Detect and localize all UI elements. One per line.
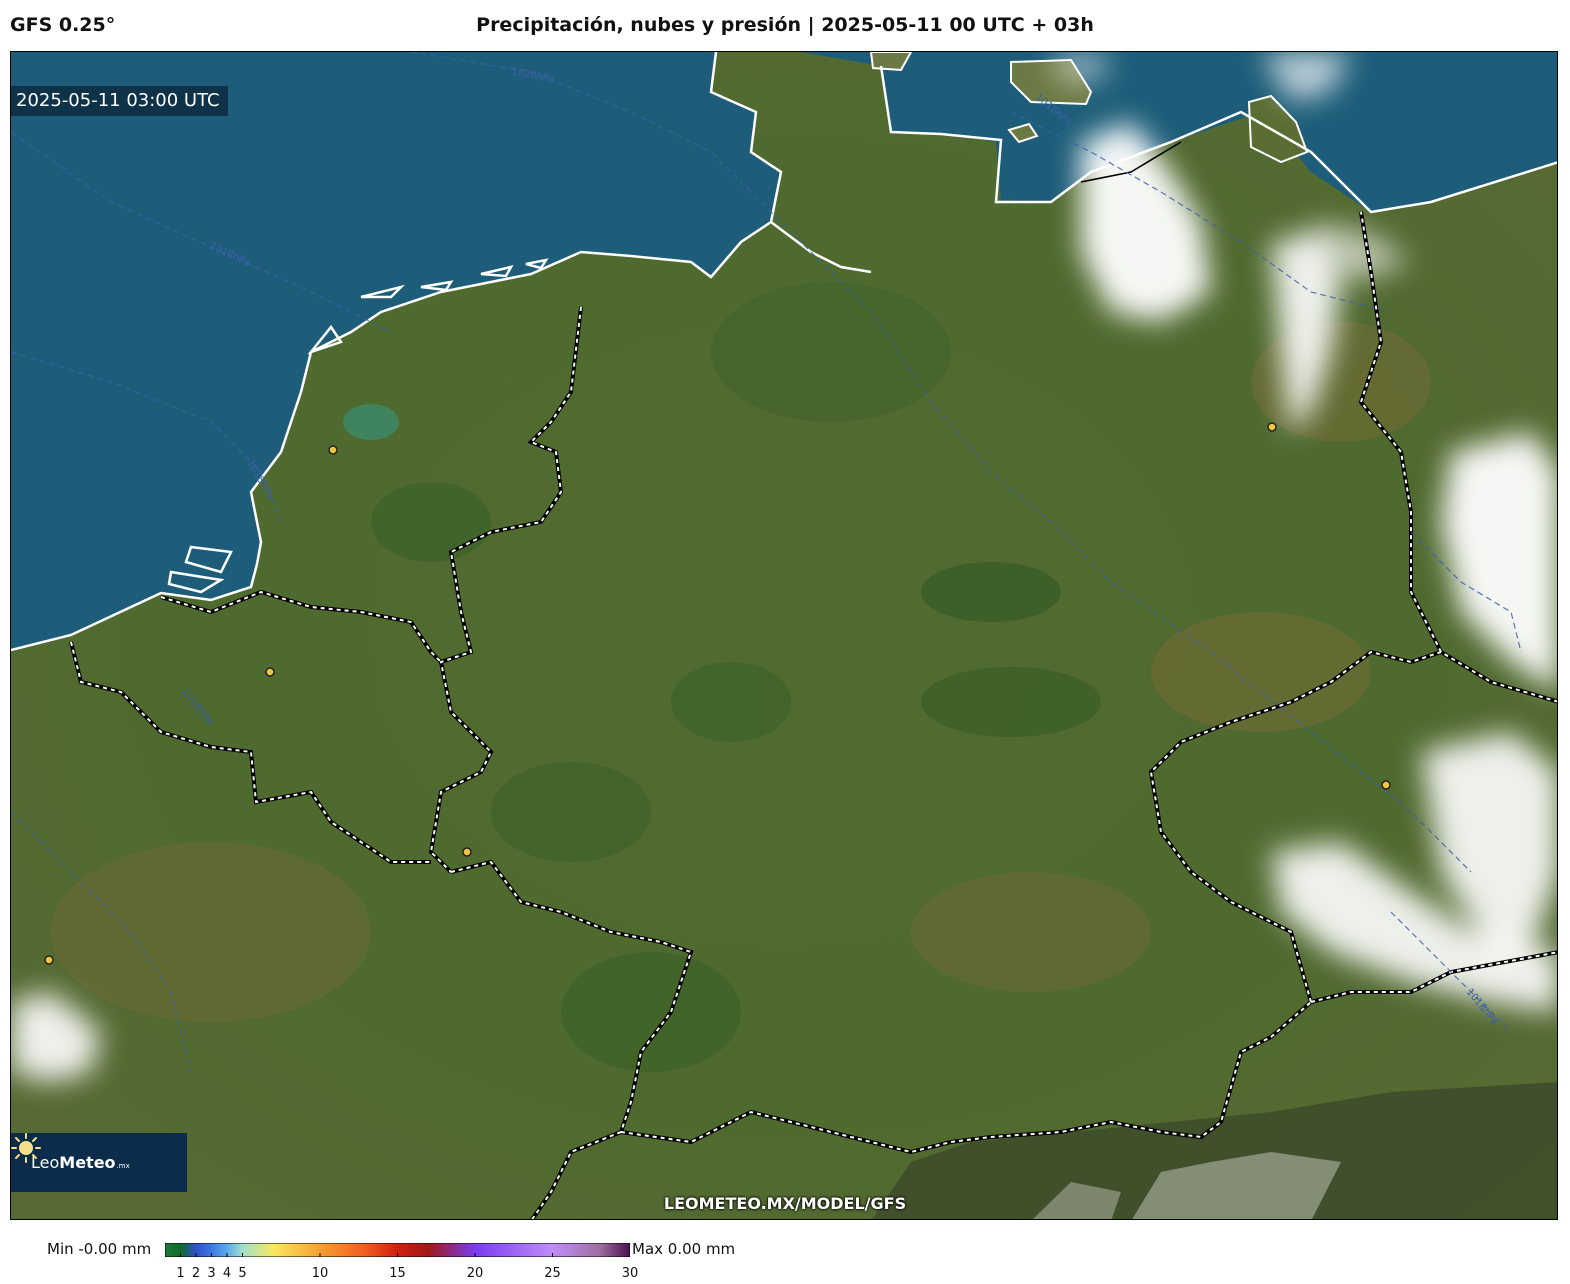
colorbar-tick-label: 2 xyxy=(191,1266,201,1281)
city-dot xyxy=(265,667,275,677)
legend-max-label: Max 0.00 mm xyxy=(632,1240,736,1258)
logo-wordmark: LeoMeteo.mx xyxy=(31,1153,130,1172)
lake xyxy=(343,404,399,440)
valid-time-badge: 2025-05-11 03:00 UTC xyxy=(11,86,228,116)
leometeo-logo[interactable]: LeoMeteo.mx xyxy=(11,1133,187,1192)
colorbar-tick-label: 20 xyxy=(466,1266,484,1281)
city-dot xyxy=(462,847,472,857)
colorbar-tick-label: 1 xyxy=(176,1266,185,1281)
sun-icon xyxy=(11,1133,41,1163)
city-dot xyxy=(1381,780,1391,790)
map-canvas: 1020hPa 1018hPa 1018hPa 1018hPa 1018hPa … xyxy=(11,52,1557,1219)
colorbar-tick-label: 15 xyxy=(389,1266,406,1281)
colorbar-tick-label: 3 xyxy=(207,1266,216,1281)
colorbar-tick-label: 30 xyxy=(621,1266,639,1281)
precipitation-colorbar xyxy=(165,1243,630,1257)
colorbar-tick-label: 10 xyxy=(311,1266,329,1281)
colorbar-tick-label: 5 xyxy=(238,1266,247,1281)
source-url[interactable]: LEOMETEO.MX/MODEL/GFS xyxy=(11,1194,1557,1213)
city-dot xyxy=(1267,422,1277,432)
legend-min-label: Min -0.00 mm xyxy=(47,1240,152,1258)
colorbar-tick-label: 25 xyxy=(544,1266,561,1281)
colorbar-tick-label: 4 xyxy=(222,1266,232,1281)
chart-title: Precipitación, nubes y presión | 2025-05… xyxy=(476,14,1094,36)
weather-map[interactable]: 1020hPa 1018hPa 1018hPa 1018hPa 1018hPa … xyxy=(10,51,1558,1220)
city-dot xyxy=(328,445,338,455)
city-dot xyxy=(44,955,54,965)
